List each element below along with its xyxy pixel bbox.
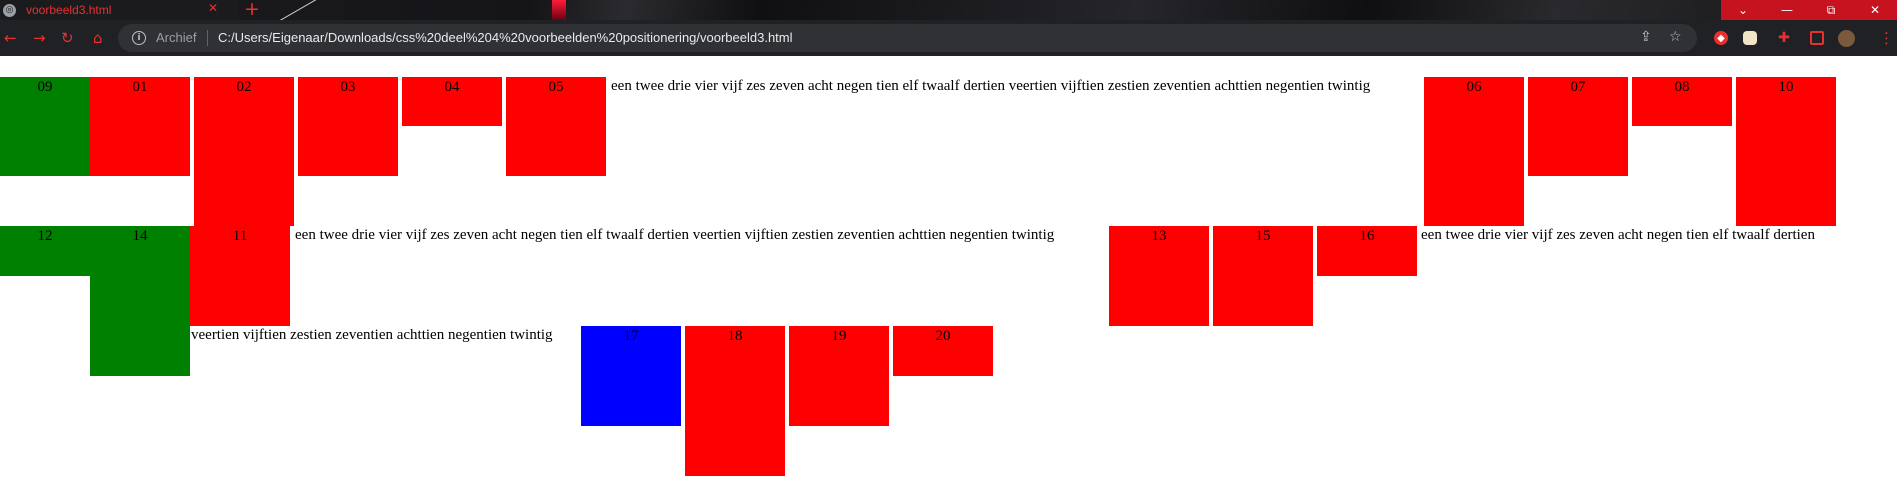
box-18: 18: [685, 326, 785, 476]
back-icon[interactable]: ←: [4, 29, 17, 47]
globe-icon: ◎: [3, 3, 16, 17]
box-11: 11: [190, 226, 290, 326]
bookmark-star-icon[interactable]: ☆: [1669, 29, 1682, 45]
box-05: 05: [506, 77, 606, 176]
box-01: 01: [90, 77, 190, 176]
box-07: 07: [1528, 77, 1628, 176]
filler-text: veertien vijftien zestien zeventien acht…: [191, 327, 553, 343]
menu-icon[interactable]: ⋮: [1879, 29, 1894, 47]
close-icon[interactable]: ✕: [208, 1, 218, 15]
forward-icon[interactable]: →: [33, 29, 46, 47]
info-icon[interactable]: i: [132, 31, 146, 45]
box-04: 04: [402, 77, 502, 126]
box-19: 19: [789, 326, 889, 426]
box-08: 08: [1632, 77, 1732, 126]
plus-icon[interactable]: +: [244, 0, 260, 20]
filler-text: een twee drie vier vijf zes zeven acht n…: [1421, 227, 1815, 243]
box-06: 06: [1424, 77, 1524, 226]
reload-icon[interactable]: ↻: [61, 29, 74, 47]
address-scheme-label: Archief: [156, 30, 197, 45]
side-panel-icon[interactable]: [1810, 31, 1824, 45]
box-10: 10: [1736, 77, 1836, 226]
box-03: 03: [298, 77, 398, 176]
box-20: 20: [893, 326, 993, 376]
background-decoration: [552, 0, 566, 20]
home-icon[interactable]: ⌂: [93, 29, 103, 47]
box-16: 16: [1317, 226, 1417, 276]
extension-icon[interactable]: ◆: [1714, 31, 1728, 45]
box-09: 09: [0, 77, 90, 176]
tab-strip: ◎ voorbeeld3.html ✕ + ⌄ — ⧉ ✕: [0, 0, 1897, 20]
browser-tab[interactable]: ◎ voorbeeld3.html ✕: [0, 0, 238, 20]
url-text[interactable]: C:/Users/Eigenaar/Downloads/css%20deel%2…: [218, 30, 793, 45]
address-bar[interactable]: i Archief C:/Users/Eigenaar/Downloads/cs…: [118, 24, 1697, 52]
filler-text: een twee drie vier vijf zes zeven acht n…: [295, 227, 1055, 243]
box-13: 13: [1109, 226, 1209, 326]
divider: [207, 30, 208, 46]
minimize-button[interactable]: —: [1765, 0, 1809, 20]
avatar[interactable]: [1838, 30, 1855, 47]
browser-toolbar: ← → ↻ ⌂ i Archief C:/Users/Eigenaar/Down…: [0, 20, 1897, 56]
share-icon[interactable]: ⇪: [1640, 29, 1652, 45]
box-15: 15: [1213, 226, 1313, 326]
box-17: 17: [581, 326, 681, 426]
background-decoration: [277, 0, 321, 20]
box-14: 14: [90, 226, 190, 376]
tab-title: voorbeeld3.html: [26, 3, 112, 17]
puzzle-extensions-icon[interactable]: ✚: [1777, 30, 1791, 46]
extension-icon[interactable]: [1743, 31, 1757, 45]
close-window-button[interactable]: ✕: [1853, 0, 1897, 20]
box-12: 12: [0, 226, 90, 276]
page-content: 09 01 02 03 04 05 een twee drie vier vij…: [0, 56, 1897, 486]
restore-button[interactable]: ⧉: [1809, 0, 1853, 20]
tab-search-button[interactable]: ⌄: [1721, 0, 1765, 20]
filler-text: een twee drie vier vijf zes zeven acht n…: [611, 78, 1371, 94]
box-02: 02: [194, 77, 294, 226]
